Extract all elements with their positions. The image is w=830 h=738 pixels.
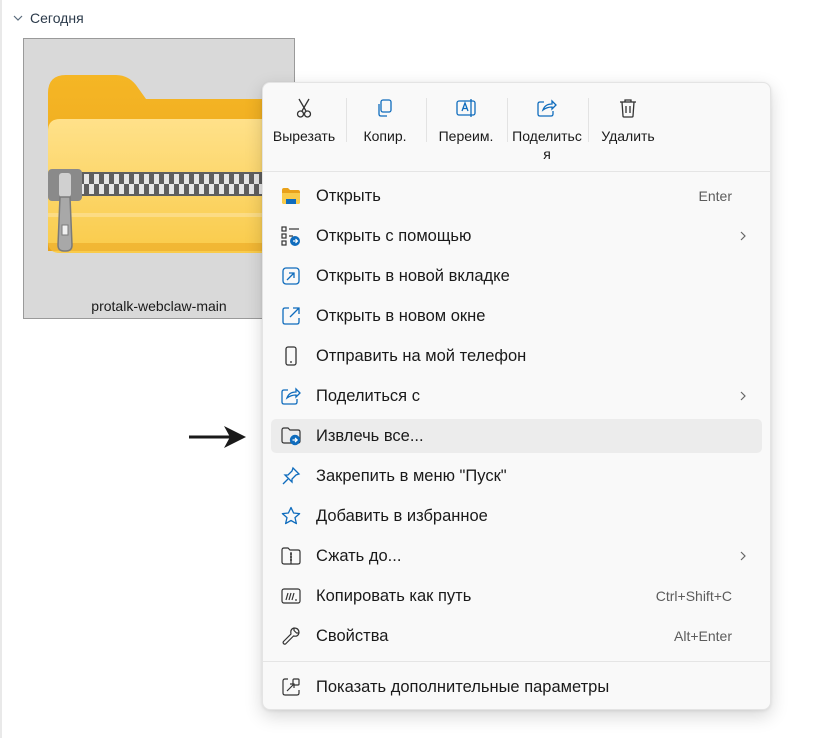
toolbar-separator <box>588 98 589 142</box>
extract-icon <box>281 427 301 446</box>
menu-item-pin-to-start[interactable]: Закрепить в меню "Пуск" <box>271 459 762 493</box>
menu-item-open[interactable]: Открыть Enter <box>271 179 762 213</box>
menu-item-shortcut: Enter <box>698 188 732 204</box>
new-tab-icon <box>282 267 300 285</box>
file-name-label: protalk-webclaw-main <box>91 298 227 314</box>
menu-item-send-to-phone[interactable]: Отправить на мой телефон <box>271 339 762 373</box>
pin-icon <box>282 466 301 485</box>
context-toolbar: Вырезать Копир. Переим. Поделитьс я Удал… <box>263 83 770 171</box>
chevron-right-icon <box>740 231 746 241</box>
menu-item-open-new-tab[interactable]: Открыть в новой вкладке <box>271 259 762 293</box>
rename-label: Переим. <box>438 128 494 144</box>
window-edge <box>0 0 2 738</box>
copy-label: Копир. <box>363 128 407 144</box>
menu-item-label: Копировать как путь <box>316 587 472 605</box>
more-options-icon <box>282 678 300 696</box>
menu-item-open-new-window[interactable]: Открыть в новом окне <box>271 299 762 333</box>
menu-item-shortcut: Ctrl+Shift+C <box>655 588 732 604</box>
menu-item-label: Открыть <box>316 187 381 205</box>
cut-label: Вырезать <box>272 128 336 144</box>
group-label: Сегодня <box>30 10 84 26</box>
menu-item-open-with[interactable]: Открыть с помощью <box>271 219 762 253</box>
wrench-icon <box>282 627 300 645</box>
menu-item-label: Открыть в новой вкладке <box>316 267 510 285</box>
compress-icon <box>281 547 301 565</box>
folder-icon <box>282 188 300 204</box>
menu-item-label: Извлечь все... <box>316 427 424 445</box>
share-icon <box>537 99 557 117</box>
menu-item-label: Свойства <box>316 627 389 645</box>
menu-item-label: Показать дополнительные параметры <box>316 678 610 696</box>
share-label: Поделитьс я <box>512 128 582 162</box>
menu-item-compress-to[interactable]: Сжать до... <box>271 539 762 573</box>
scissors-icon <box>296 98 312 118</box>
open-with-icon <box>281 226 300 246</box>
new-window-icon <box>282 307 300 325</box>
menu-item-shortcut: Alt+Enter <box>674 628 732 644</box>
menu-item-label: Сжать до... <box>316 547 402 565</box>
chevron-right-icon <box>740 391 746 401</box>
menu-item-label: Закрепить в меню "Пуск" <box>316 467 507 485</box>
delete-button[interactable]: Удалить <box>590 91 666 169</box>
menu-item-more-options[interactable]: Показать дополнительные параметры <box>271 670 762 704</box>
menu-item-extract-all[interactable]: Извлечь все... <box>271 419 762 453</box>
zip-folder-icon <box>48 75 276 253</box>
rename-icon <box>456 99 476 117</box>
copy-button[interactable]: Копир. <box>347 91 423 169</box>
phone-icon <box>285 346 297 366</box>
chevron-right-icon <box>740 551 746 561</box>
menu-item-share-with[interactable]: Поделиться с <box>271 379 762 413</box>
menu-divider <box>263 661 770 662</box>
copy-path-icon <box>281 588 301 604</box>
share-button[interactable]: Поделитьс я <box>509 91 585 169</box>
share-icon <box>281 387 301 405</box>
annotation-arrow-icon <box>189 426 246 448</box>
context-menu: Вырезать Копир. Переим. Поделитьс я Удал… <box>262 82 771 710</box>
delete-label: Удалить <box>601 128 655 144</box>
toolbar-separator <box>426 98 427 142</box>
menu-item-label: Поделиться с <box>316 387 420 405</box>
menu-item-label: Отправить на мой телефон <box>316 347 527 365</box>
menu-divider <box>263 171 770 172</box>
group-header-today[interactable]: Сегодня <box>12 10 84 26</box>
trash-icon <box>620 99 636 118</box>
file-item-zip[interactable]: protalk-webclaw-main <box>23 38 295 319</box>
menu-item-label: Открыть в новом окне <box>316 307 486 325</box>
menu-item-label: Добавить в избранное <box>316 507 488 525</box>
menu-item-label: Открыть с помощью <box>316 227 472 245</box>
menu-item-add-favorites[interactable]: Добавить в избранное <box>271 499 762 533</box>
cut-button[interactable]: Вырезать <box>266 91 342 169</box>
star-icon <box>281 506 301 525</box>
rename-button[interactable]: Переим. <box>428 91 504 169</box>
chevron-down-icon <box>13 15 23 21</box>
toolbar-separator <box>507 98 508 142</box>
menu-item-properties[interactable]: Свойства Alt+Enter <box>271 619 762 653</box>
menu-item-copy-as-path[interactable]: Копировать как путь Ctrl+Shift+C <box>271 579 762 613</box>
copy-icon <box>378 99 392 117</box>
